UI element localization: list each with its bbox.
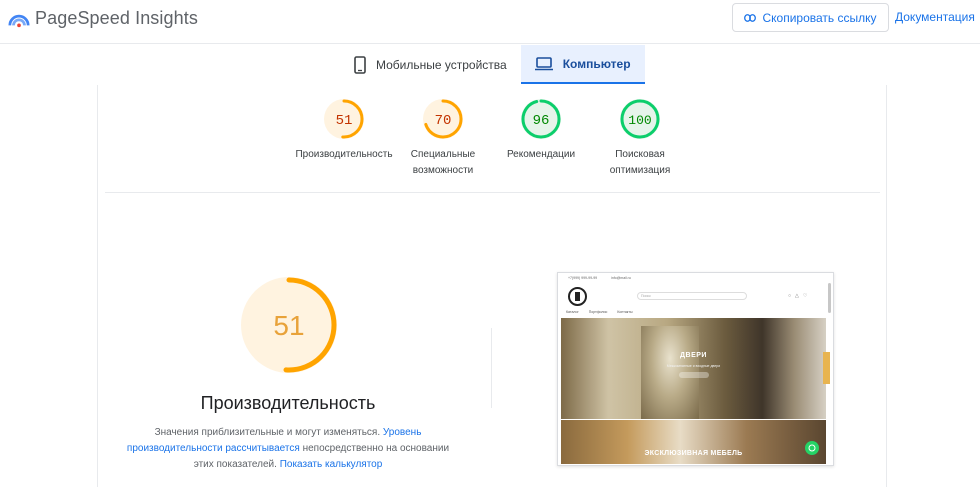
thumb-header-icons: ○△♡ xyxy=(788,293,812,299)
phone-icon xyxy=(354,55,366,74)
gauge-label-line1: Специальные xyxy=(410,149,476,160)
vertical-separator xyxy=(491,328,492,408)
gauge-label-line1: Рекомендации xyxy=(506,149,576,160)
pagespeed-logo-icon xyxy=(8,14,30,28)
tab-mobile-label: Мобильные устройства xyxy=(376,57,507,72)
gauge-best-practices[interactable]: 96 Рекомендации xyxy=(486,97,596,163)
gauge-accessibility[interactable]: 70 Специальные возможности xyxy=(388,97,498,179)
gauge-label: Производительность xyxy=(289,147,399,163)
gauge-ring: 100 xyxy=(620,99,660,139)
thumb-search: Поиск xyxy=(637,292,747,300)
whatsapp-glyph xyxy=(808,444,816,452)
thumb-phone: +7(999) 999-99-99 xyxy=(568,276,598,280)
top-bar: PageSpeed Insights Скопировать ссылку До… xyxy=(0,0,980,44)
copy-link-label: Скопировать ссылку xyxy=(762,10,877,25)
whatsapp-icon xyxy=(805,441,819,455)
gauge-score: 70 xyxy=(435,113,452,129)
report-panel: 51 Производительность 70 Специальные возм… xyxy=(97,85,887,487)
thumb-nav-item: Контакты xyxy=(617,310,633,314)
logo[interactable]: PageSpeed Insights xyxy=(8,7,198,29)
gauge-label: Поисковая оптимизация xyxy=(585,147,695,179)
device-tabs: Мобильные устройства Компьютер xyxy=(340,45,645,85)
score-gauges: 51 Производительность 70 Специальные возм… xyxy=(98,97,888,189)
thumb-topbar: +7(999) 999-99-99 info@mail.ru xyxy=(558,273,833,283)
thumb-lower-title: ЭКСКЛЮЗИВНАЯ МЕБЕЛЬ xyxy=(644,450,743,457)
score-note: Значения приблизительные и могут изменят… xyxy=(123,425,453,473)
thumb-nav: Каталог Портфолио Контакты xyxy=(566,310,643,318)
gauge-label: Рекомендации xyxy=(486,147,596,163)
copy-link-button[interactable]: Скопировать ссылку xyxy=(732,3,889,32)
page-screenshot: +7(999) 999-99-99 info@mail.ru Поиск ○△♡… xyxy=(557,272,834,466)
tab-desktop[interactable]: Компьютер xyxy=(520,45,645,84)
main-gauge-score: 51 xyxy=(273,310,304,341)
logo-text: PageSpeed Insights xyxy=(35,7,198,28)
gauge-ring: 96 xyxy=(521,99,561,139)
thumb-nav-item: Портфолио xyxy=(588,310,608,314)
thumb-scrollbar xyxy=(828,283,831,313)
gauge-label-line2: оптимизация xyxy=(609,165,671,176)
section-divider xyxy=(105,192,880,193)
thumb-hero-title: ДВЕРИ xyxy=(680,352,707,359)
thumb-hero: ДВЕРИ Межкомнатные и входные двери xyxy=(561,318,830,419)
gauge-ring: 51 xyxy=(324,99,364,139)
thumb-email: info@mail.ru xyxy=(611,276,631,280)
thumb-side-tab xyxy=(823,352,830,384)
thumb-header: Поиск ○△♡ xyxy=(558,284,833,306)
thumb-nav-item: Каталог xyxy=(566,310,579,314)
gauge-score: 51 xyxy=(336,113,353,129)
gauge-label-line1: Производительность xyxy=(295,149,393,160)
main-performance-gauge: 51 xyxy=(241,277,337,373)
main-score-title: Производительность xyxy=(200,393,376,413)
tab-desktop-label: Компьютер xyxy=(562,56,631,71)
link-icon xyxy=(744,13,757,22)
thumb-lower-banner: ЭКСКЛЮЗИВНАЯ МЕБЕЛЬ xyxy=(561,420,826,464)
gauge-label-line1: Поисковая xyxy=(615,149,665,160)
thumb-logo-icon xyxy=(568,287,587,306)
gauge-seo[interactable]: 100 Поисковая оптимизация xyxy=(585,97,695,179)
documentation-link[interactable]: Документация xyxy=(895,10,975,24)
gauge-performance[interactable]: 51 Производительность xyxy=(289,97,399,163)
show-calculator-link[interactable]: Показать калькулятор xyxy=(280,459,383,470)
gauge-label-line2: возможности xyxy=(412,165,474,176)
thumb-hero-subtitle: Межкомнатные и входные двери xyxy=(666,364,721,368)
laptop-icon xyxy=(534,56,553,70)
gauge-ring: 70 xyxy=(423,99,463,139)
gauge-label: Специальные возможности xyxy=(388,147,498,179)
note-text: Значения приблизительные и могут изменят… xyxy=(154,427,383,438)
gauge-score: 96 xyxy=(533,113,550,129)
tab-mobile[interactable]: Мобильные устройства xyxy=(340,45,521,84)
thumb-hero-button xyxy=(679,372,709,378)
gauge-score: 100 xyxy=(628,113,651,128)
